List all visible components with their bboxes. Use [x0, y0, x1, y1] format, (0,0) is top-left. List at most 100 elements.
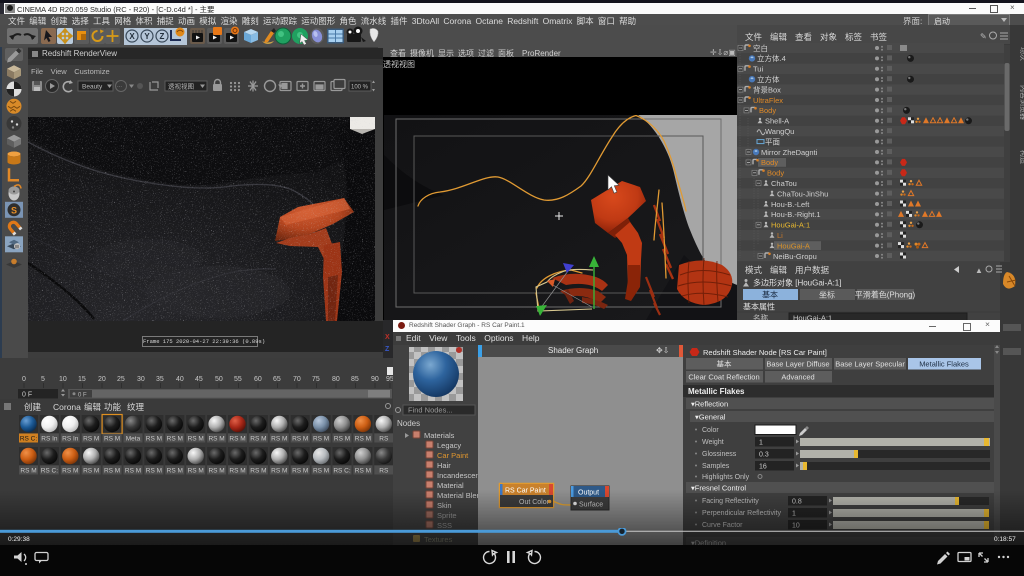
svg-text:Corona: Corona [53, 402, 81, 412]
svg-text:60: 60 [254, 376, 262, 383]
svg-text:0.3: 0.3 [759, 452, 769, 459]
svg-text:ChaTou: ChaTou [771, 179, 797, 188]
svg-text:Highlights Only: Highlights Only [702, 474, 750, 481]
svg-text:立方体: 立方体 [757, 74, 780, 84]
svg-text:Advanced: Advanced [781, 373, 814, 382]
svg-text:RS M: RS M [355, 468, 371, 475]
svg-text:功能: 功能 [104, 402, 122, 412]
svg-text:RS M: RS M [20, 468, 36, 475]
svg-text:0: 0 [22, 376, 26, 383]
svg-text:多边形对象 [HouGai-A:1]: 多边形对象 [HouGai-A:1] [753, 278, 841, 288]
svg-text:▲: ▲ [975, 266, 983, 275]
svg-text:基本属性: 基本属性 [743, 302, 775, 312]
svg-text:Y: Y [144, 32, 150, 41]
svg-text:RS M: RS M [125, 468, 141, 475]
svg-text:0 F: 0 F [78, 392, 87, 398]
svg-text:Samples: Samples [702, 463, 730, 470]
svg-text:RS M: RS M [83, 436, 99, 443]
svg-text:X: X [129, 32, 135, 41]
svg-text:RS M: RS M [104, 468, 120, 475]
svg-text:平面: 平面 [765, 137, 780, 146]
svg-text:65: 65 [273, 376, 281, 383]
svg-text:场次: 场次 [1019, 47, 1024, 61]
svg-text:Glossiness: Glossiness [702, 451, 737, 458]
svg-text:RS M: RS M [146, 468, 162, 475]
svg-text:UltraFlex: UltraFlex [753, 96, 783, 105]
svg-text:✎: ✎ [980, 32, 987, 41]
svg-text:对象: 对象 [820, 32, 838, 42]
svg-text:RS In: RS In [41, 436, 58, 443]
svg-text:Shell-A: Shell-A [765, 117, 789, 126]
svg-text:10: 10 [59, 376, 67, 383]
svg-text:标签: 标签 [845, 32, 863, 42]
svg-text:HouGai-A: HouGai-A [777, 241, 810, 250]
svg-text:Beauty: Beauty [82, 84, 103, 91]
svg-text:Hou-B.-Right.1: Hou-B.-Right.1 [771, 210, 821, 219]
svg-text:模式: 模式 [745, 265, 763, 275]
svg-text:空白: 空白 [753, 43, 768, 53]
svg-text:▾Reflection: ▾Reflection [691, 400, 728, 409]
svg-text:35: 35 [156, 376, 164, 383]
svg-text:5: 5 [41, 376, 45, 383]
svg-text:25: 25 [117, 376, 125, 383]
svg-text:85: 85 [351, 376, 359, 383]
svg-text:Nodes: Nodes [397, 419, 420, 428]
svg-text:Materials: Materials [424, 431, 455, 440]
svg-text:100 %: 100 % [351, 85, 369, 91]
svg-text:0:29:38: 0:29:38 [8, 536, 30, 543]
svg-text:90: 90 [371, 376, 379, 383]
svg-text:RS M: RS M [83, 468, 99, 475]
svg-text:Car Paint: Car Paint [437, 451, 469, 460]
svg-text:Color: Color [702, 427, 719, 434]
svg-text:Body: Body [759, 106, 776, 115]
svg-text:Weight: Weight [702, 439, 724, 446]
svg-text:Base Layer Diffuse: Base Layer Diffuse [766, 360, 829, 369]
svg-text:编辑: 编辑 [770, 265, 788, 275]
svg-text:背景Box: 背景Box [753, 84, 781, 94]
svg-text:平滑着色(Phong): 平滑着色(Phong) [855, 290, 916, 300]
svg-text:透视视图: 透视视图 [168, 82, 194, 91]
svg-text:50: 50 [215, 376, 223, 383]
svg-text:RS C:: RS C: [41, 468, 59, 475]
svg-text:Mirror ZheDagnti: Mirror ZheDagnti [761, 148, 818, 157]
svg-text:Incandescent: Incandescent [437, 471, 478, 480]
svg-text:创建: 创建 [24, 402, 42, 412]
svg-text:RS In: RS In [62, 436, 79, 443]
svg-text:NeiBu-Gropu: NeiBu-Gropu [773, 252, 817, 261]
svg-text:Legacy: Legacy [437, 441, 461, 450]
svg-text:∙∙∙: ∙∙∙ [117, 84, 122, 90]
svg-text:Metallic Flakes: Metallic Flakes [688, 387, 745, 396]
svg-text:文件: 文件 [745, 32, 763, 42]
svg-text:内容浏览器: 内容浏览器 [1019, 85, 1024, 120]
svg-text:RS M: RS M [334, 436, 350, 443]
svg-text:RS M: RS M [250, 468, 266, 475]
svg-text:0:18:57: 0:18:57 [994, 536, 1016, 543]
svg-text:RS M: RS M [62, 468, 78, 475]
svg-text:RS M: RS M [250, 436, 266, 443]
svg-text:40: 40 [176, 376, 184, 383]
svg-text:55: 55 [234, 376, 242, 383]
svg-text:0 F: 0 F [22, 392, 32, 399]
svg-text:RS M: RS M [104, 436, 120, 443]
svg-text:Tui: Tui [753, 65, 763, 74]
svg-text:Find Nodes...: Find Nodes... [408, 406, 453, 415]
svg-text:纹理: 纹理 [127, 402, 145, 412]
svg-text:15: 15 [78, 376, 86, 383]
svg-text:S: S [11, 205, 17, 215]
svg-text:RS M: RS M [229, 468, 245, 475]
svg-text:书签: 书签 [870, 32, 888, 42]
svg-text:80: 80 [332, 376, 340, 383]
svg-text:RS M: RS M [271, 436, 287, 443]
svg-text:Body: Body [761, 158, 778, 167]
svg-text:▾General: ▾General [695, 413, 726, 422]
svg-text:RS M: RS M [229, 436, 245, 443]
svg-text:坐标: 坐标 [819, 290, 835, 300]
svg-text:30: 30 [137, 376, 145, 383]
svg-text:Hou-B.-Left: Hou-B.-Left [771, 200, 810, 209]
svg-text:20: 20 [98, 376, 106, 383]
svg-text:Base Layer Specular: Base Layer Specular [835, 360, 905, 369]
svg-text:RS M: RS M [355, 436, 371, 443]
svg-text:Hair: Hair [437, 461, 451, 470]
svg-text:RS M: RS M [208, 468, 224, 475]
svg-text:RS C:: RS C: [333, 468, 351, 475]
